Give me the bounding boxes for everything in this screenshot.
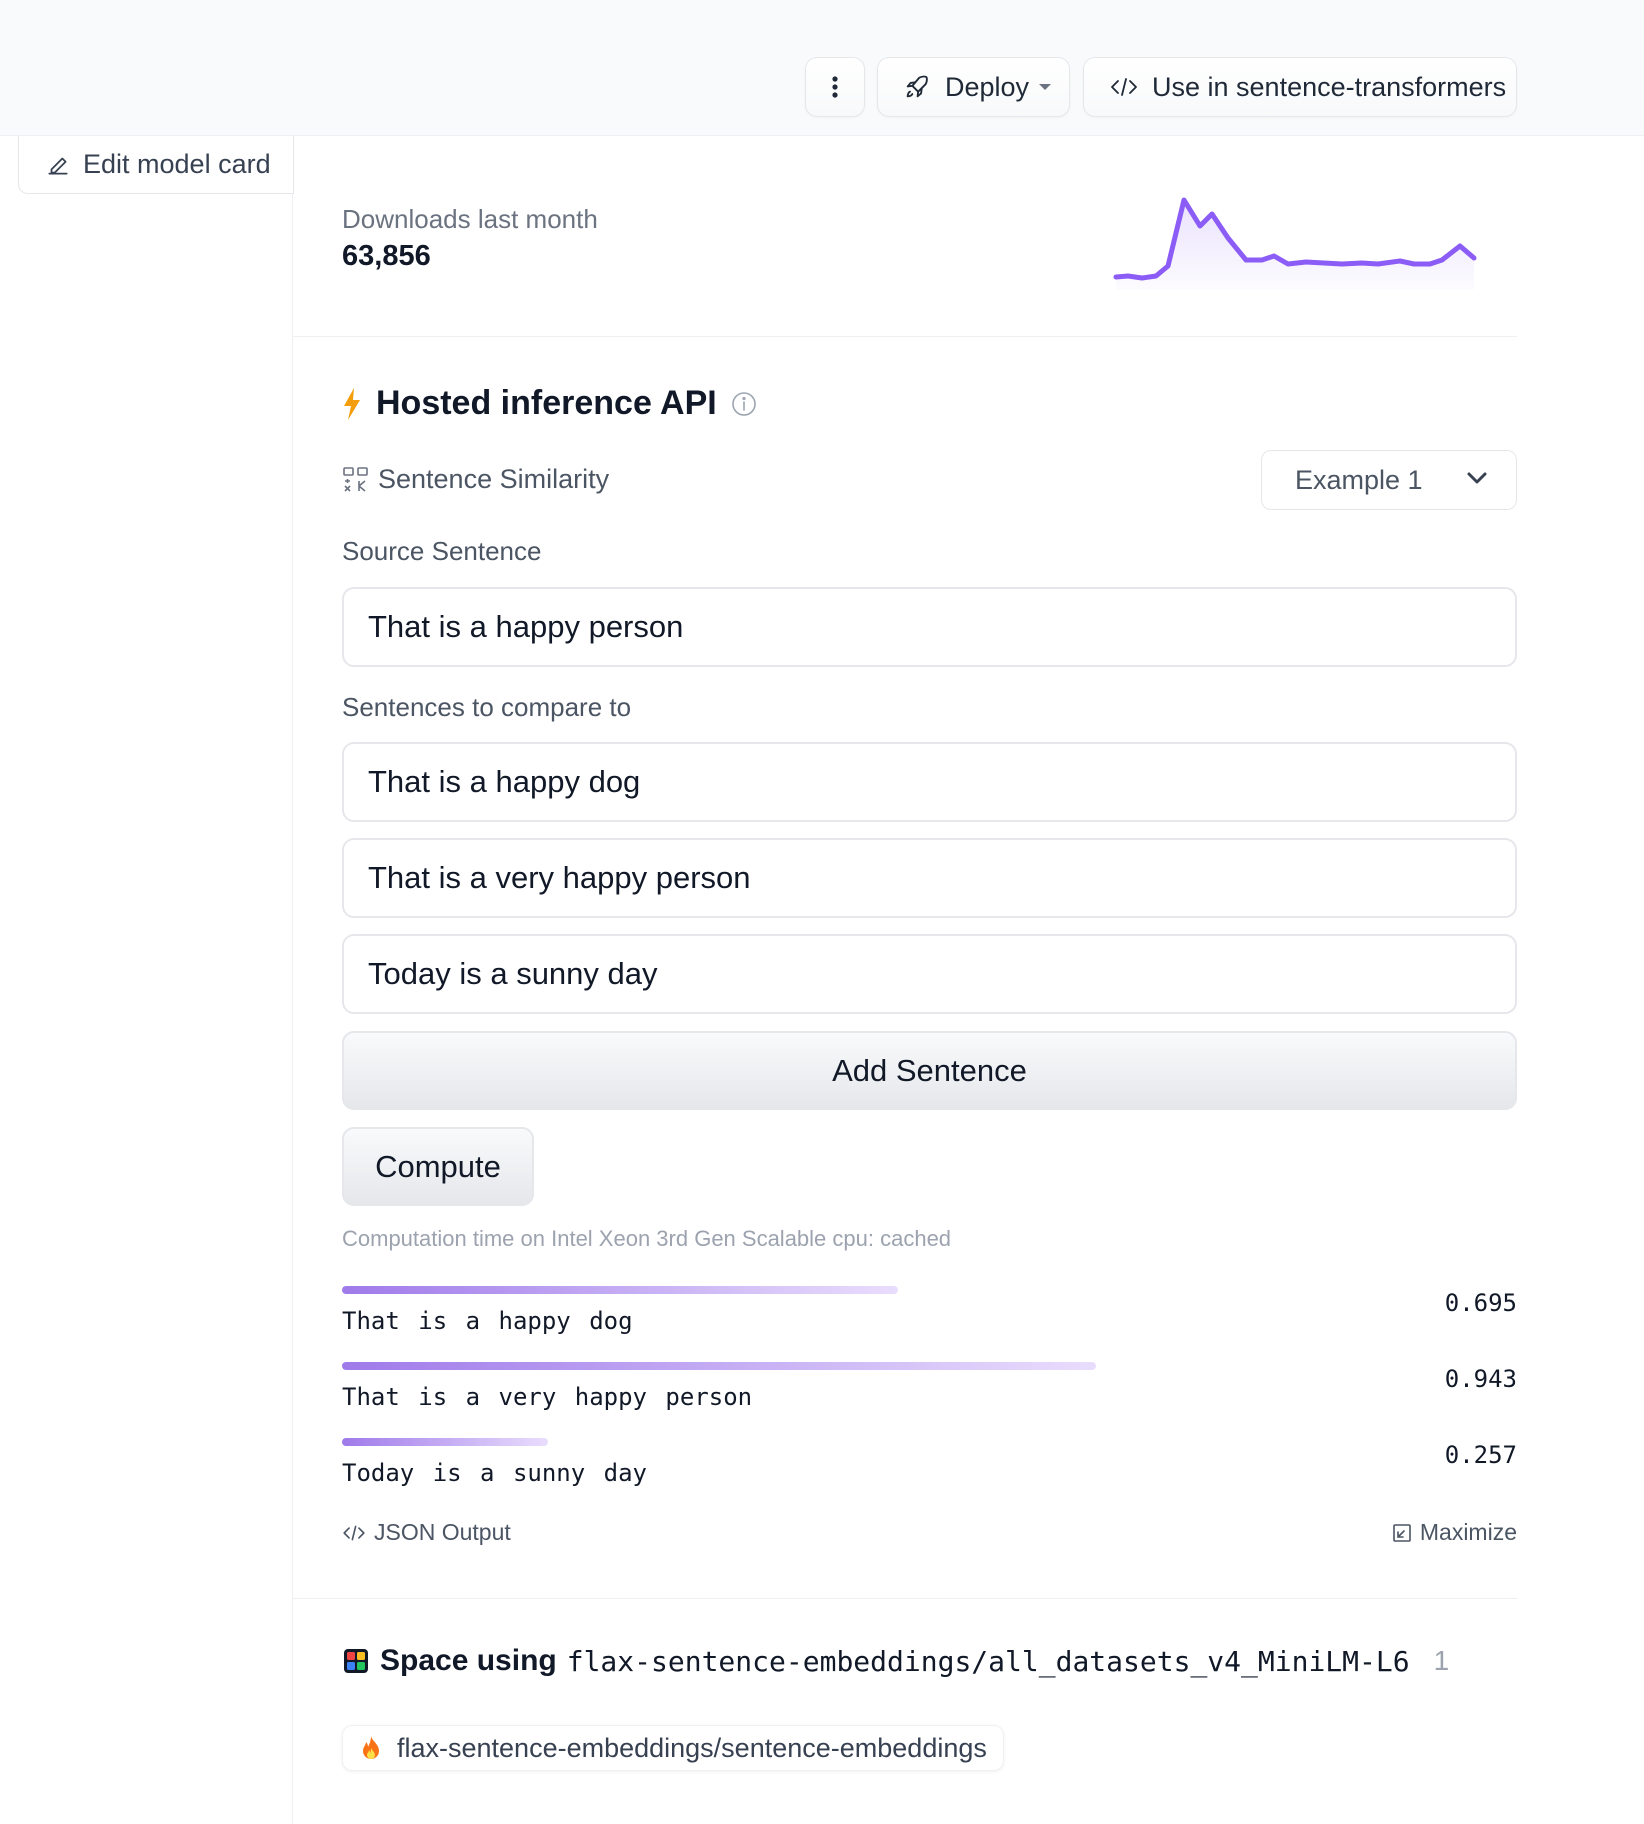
fire-icon <box>363 1736 379 1759</box>
score-bar <box>342 1362 1096 1370</box>
example-select[interactable]: Example 1 <box>1261 450 1517 510</box>
maximize-label: Maximize <box>1419 1519 1517 1545</box>
source-sentence-input[interactable]: That is a happy person <box>342 587 1517 667</box>
lightning-bolt-icon <box>344 387 360 420</box>
chevron-down-icon <box>1467 472 1487 484</box>
result-score: 0.943 <box>1444 1365 1517 1393</box>
caret-down-icon <box>1039 84 1052 90</box>
divider <box>293 336 1517 337</box>
result-sentence: Today is a sunny day <box>342 1459 647 1487</box>
top-toolbar: Deploy Use in sentence-transformers <box>0 0 1644 136</box>
result-score: 0.257 <box>1444 1441 1517 1469</box>
use-in-library-label: Use in sentence-transformers <box>1152 71 1507 102</box>
edit-model-card-button[interactable]: Edit model card <box>18 136 294 194</box>
divider <box>293 1598 1517 1599</box>
vertical-dots-icon <box>832 76 838 98</box>
more-options-button[interactable] <box>805 57 865 117</box>
code-icon <box>343 1525 365 1540</box>
task-type-label: Sentence Similarity <box>378 464 610 494</box>
code-icon <box>1111 78 1137 96</box>
computation-time-text: Computation time on Intel Xeon 3rd Gen S… <box>342 1226 952 1251</box>
compare-sentence-input[interactable]: That is a very happy person <box>342 838 1517 918</box>
sentence-similarity-icon <box>343 466 368 492</box>
rocket-icon <box>906 75 928 98</box>
downloads-label: Downloads last month <box>342 204 598 234</box>
left-panel: Edit model card <box>0 136 294 1824</box>
model-id: flax-sentence-embeddings/all_datasets_v4… <box>566 1644 1410 1678</box>
info-icon[interactable] <box>731 391 757 417</box>
score-bar <box>342 1438 548 1446</box>
score-bar <box>342 1286 898 1294</box>
maximize-button[interactable]: Maximize <box>1392 1519 1517 1546</box>
spaces-count: 1 <box>1433 1645 1450 1676</box>
deploy-label: Deploy <box>945 71 1030 102</box>
task-type: Sentence Similarity <box>342 464 609 495</box>
result-row: Today is a sunny day 0.257 <box>342 1438 1517 1498</box>
result-sentence: That is a happy dog <box>342 1307 633 1335</box>
result-score: 0.695 <box>1444 1289 1517 1317</box>
use-in-library-button[interactable]: Use in sentence-transformers <box>1083 57 1517 117</box>
maximize-icon <box>1393 1523 1411 1542</box>
compute-button[interactable]: Compute <box>342 1127 534 1206</box>
spaces-logo-icon <box>344 1649 368 1673</box>
deploy-button[interactable]: Deploy <box>877 57 1070 117</box>
add-sentence-button[interactable]: Add Sentence <box>342 1031 1517 1110</box>
downloads-value: 63,856 <box>342 240 431 272</box>
json-output-toggle[interactable]: JSON Output <box>342 1519 511 1546</box>
json-output-label: JSON Output <box>374 1519 511 1545</box>
result-row: That is a very happy person 0.943 <box>342 1362 1517 1422</box>
compare-sentence-input[interactable]: Today is a sunny day <box>342 934 1517 1014</box>
result-sentence: That is a very happy person <box>342 1383 753 1411</box>
pencil-icon <box>48 157 68 175</box>
source-sentence-label: Source Sentence <box>342 536 542 566</box>
inference-api-title: Hosted inference API <box>342 384 757 423</box>
compare-sentence-input[interactable]: That is a happy dog <box>342 742 1517 822</box>
downloads-sparkline <box>1113 197 1477 290</box>
example-select-value: Example 1 <box>1295 464 1423 495</box>
spaces-prefix: Space using <box>380 1644 557 1677</box>
spaces-heading: Space using flax-sentence-embeddings/all… <box>344 1644 1449 1678</box>
space-link-label: flax-sentence-embeddings/sentence-embedd… <box>397 1732 987 1763</box>
compare-sentences-label: Sentences to compare to <box>342 692 632 722</box>
inference-api-title-text: Hosted inference API <box>376 384 717 422</box>
edit-model-card-label: Edit model card <box>83 149 271 179</box>
space-link[interactable]: flax-sentence-embeddings/sentence-embedd… <box>342 1725 1004 1771</box>
result-row: That is a happy dog 0.695 <box>342 1286 1517 1346</box>
